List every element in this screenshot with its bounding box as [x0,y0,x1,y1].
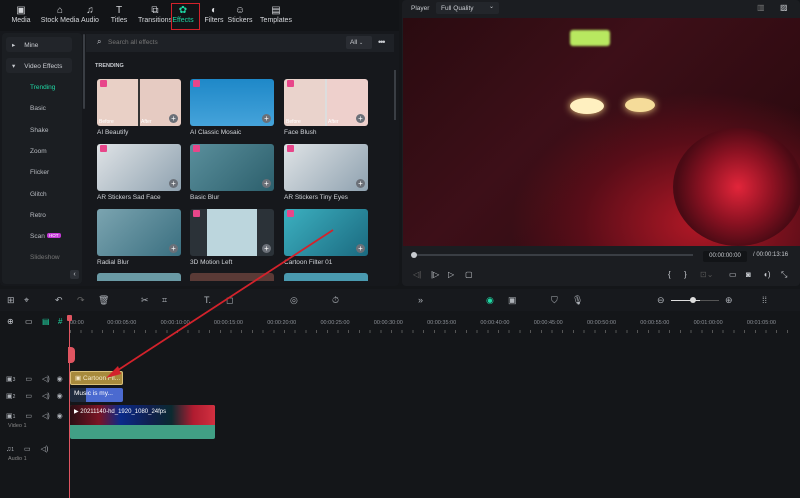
annotation-arrow [106,229,334,378]
